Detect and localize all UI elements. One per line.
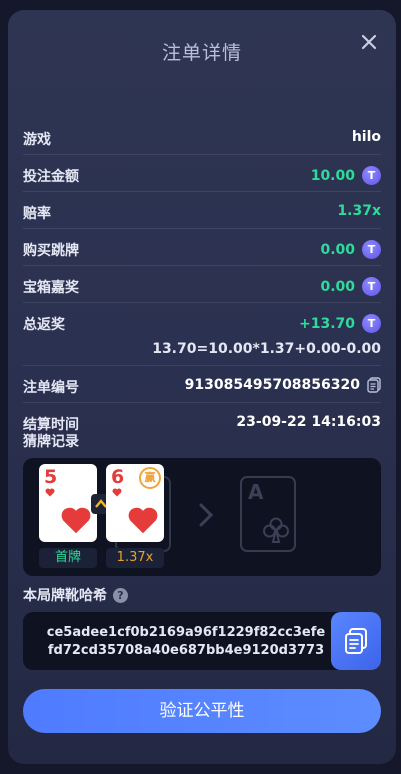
row-game: 游戏 hilo [23, 118, 381, 155]
row-odds: 赔率 1.37x [23, 192, 381, 229]
row-buy-skip: 购买跳牌 0.00 T [23, 229, 381, 266]
coin-icon: T [362, 277, 381, 296]
row-bet-amount: 投注金额 10.00 T [23, 155, 381, 192]
hash-panel: ce5adee1cf0b2169a96f1229f82cc3efe fd72cd… [23, 612, 381, 670]
win-badge-icon: 赢 [139, 467, 161, 489]
guess-record-panel: A 5 首牌 6 赢 1.37x [23, 458, 381, 576]
order-label: 注单编号 [23, 380, 79, 396]
hash-value: ce5adee1cf0b2169a96f1229f82cc3efe fd72cd… [42, 624, 330, 660]
guess-record-label: 猜牌记录 [23, 434, 79, 450]
first-card-tag: 首牌 [39, 548, 97, 568]
chest-value: 0.00 [320, 278, 355, 295]
row-order-id: 注单编号 913085495708856320 [23, 366, 381, 403]
payout-formula: 13.70=10.00*1.37+0.00-0.00 [152, 341, 381, 357]
verify-fairness-button[interactable]: 验证公平性 [23, 689, 381, 733]
coin-icon: T [362, 314, 381, 333]
copy-hash-button[interactable] [331, 612, 381, 670]
heart-icon [45, 488, 55, 497]
settle-value: 23-09-22 14:16:03 [236, 414, 381, 430]
buy-skip-label: 购买跳牌 [23, 243, 79, 259]
game-label: 游戏 [23, 132, 51, 148]
card-rank: 5 [44, 466, 58, 488]
odds-value: 1.37x [337, 203, 381, 219]
heart-icon [61, 507, 91, 534]
row-chest-reward: 宝箱嘉奖 0.00 T [23, 266, 381, 303]
club-icon [263, 517, 289, 543]
card-rank: 6 [111, 466, 125, 488]
detail-list: 游戏 hilo 投注金额 10.00 T 赔率 1.37x 购买跳牌 0.00 … [23, 118, 381, 439]
game-value: hilo [351, 129, 381, 145]
close-icon[interactable] [358, 31, 380, 53]
coin-icon: T [362, 240, 381, 259]
ghost-card-next: A [240, 476, 296, 552]
copy-icon [345, 628, 367, 654]
payout-value: +13.70 [298, 315, 355, 332]
bet-value: 10.00 [310, 167, 355, 184]
hash-line-2: fd72cd35708a40e687bb4e9120d3773 [47, 643, 325, 658]
heart-icon [128, 507, 158, 534]
copy-icon[interactable] [367, 377, 381, 393]
row-total-payout: 总返奖 +13.70 T 13.70=10.00*1.37+0.00-0.00 [23, 303, 381, 366]
second-card-tag: 1.37x [106, 548, 164, 568]
help-icon[interactable]: ? [113, 587, 128, 603]
coin-icon: T [362, 166, 381, 185]
heart-icon [112, 488, 122, 497]
odds-label: 赔率 [23, 206, 51, 222]
dialog-title: 注单详情 [161, 42, 242, 64]
chest-label: 宝箱嘉奖 [23, 280, 79, 296]
order-value: 913085495708856320 [184, 377, 360, 393]
card-first: 5 [39, 464, 97, 542]
hash-label-row: 本局牌靴哈希 ? [23, 585, 128, 605]
payout-label: 总返奖 [23, 317, 65, 333]
bet-detail-dialog: 注单详情 游戏 hilo 投注金额 10.00 T 赔率 1.37x 购买跳牌 … [8, 10, 396, 764]
buy-skip-value: 0.00 [320, 241, 355, 258]
bet-label: 投注金额 [23, 169, 79, 185]
ghost-rank: A [248, 480, 264, 504]
hash-line-1: ce5adee1cf0b2169a96f1229f82cc3efe [46, 625, 326, 640]
card-second: 6 赢 [106, 464, 164, 542]
chevron-right-icon [199, 503, 214, 527]
hash-label: 本局牌靴哈希 [23, 588, 107, 604]
